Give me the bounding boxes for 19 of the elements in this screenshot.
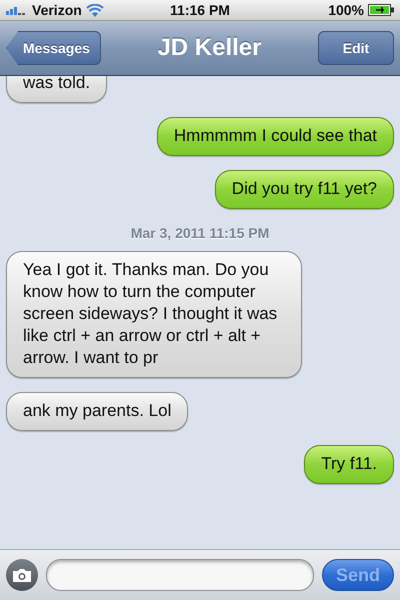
camera-button[interactable] <box>6 559 38 591</box>
sent-message: Did you try f11 yet? <box>214 170 394 209</box>
battery-percent: 100% <box>328 2 364 18</box>
received-message: was told. <box>6 76 108 103</box>
received-message: Yea I got it. Thanks man. Do you know how to turn the computer screen sideways? I thought it was like ctrl + an arrow or ctrl + alt + arrow. I want to pr <box>6 251 302 378</box>
message-timestamp: Mar 3, 2011 11:15 PM <box>130 225 270 241</box>
signal-icon <box>6 5 28 15</box>
status-time: 11:16 PM <box>170 2 230 18</box>
battery-icon <box>368 4 394 16</box>
wifi-icon <box>86 4 104 16</box>
sent-message: Try f11. <box>304 445 394 484</box>
back-button[interactable]: Messages <box>6 31 101 65</box>
sent-message: Hmmmmm I could see that <box>156 117 394 156</box>
edit-button[interactable]: Edit <box>318 31 394 65</box>
message-input[interactable] <box>46 559 314 591</box>
carrier-name: Verizon <box>32 2 82 18</box>
received-message: ank my parents. Lol <box>6 392 188 431</box>
camera-icon <box>12 568 32 582</box>
conversation-title: JD Keller <box>157 34 262 62</box>
